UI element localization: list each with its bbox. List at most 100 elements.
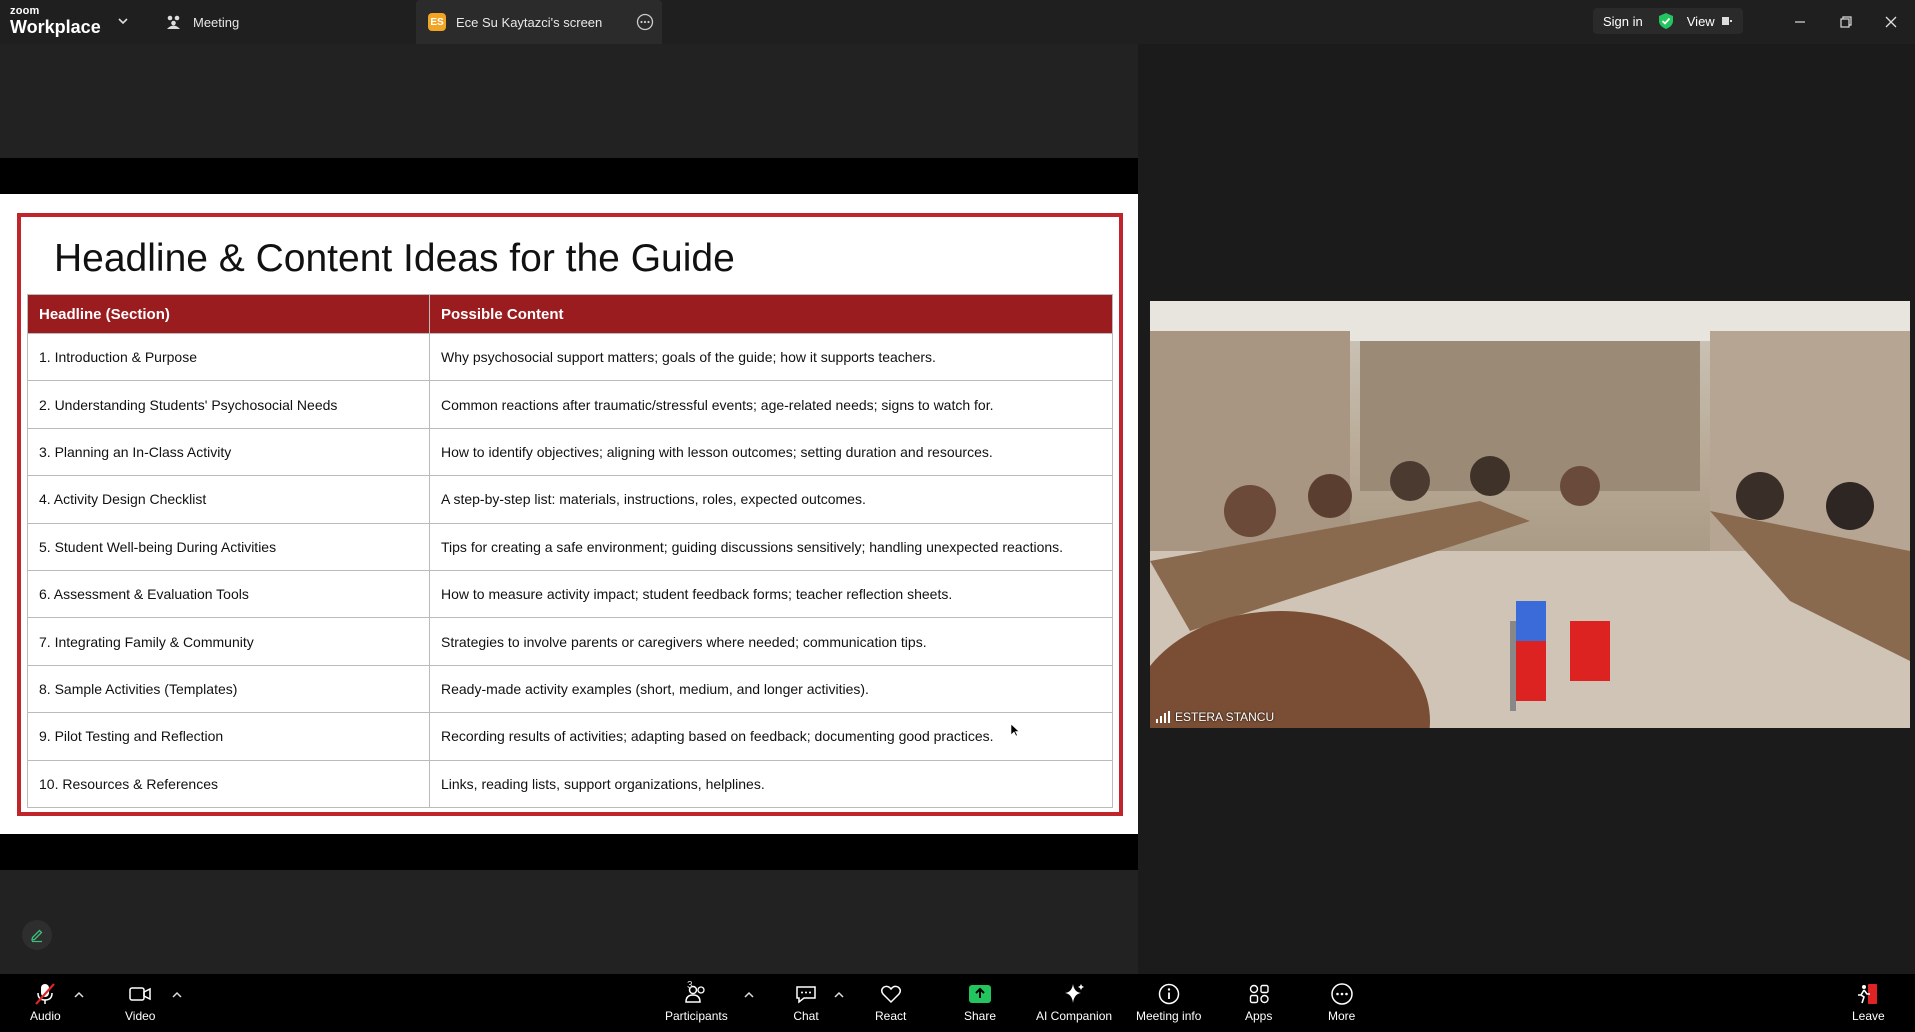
column-header: Possible Content: [429, 294, 1113, 334]
content-cell: Why psychosocial support matters; goals …: [429, 332, 1113, 382]
ai-companion-label: AI Companion: [1036, 1009, 1113, 1023]
pencil-icon: [31, 929, 43, 943]
table-header-row: Headline (Section) Possible Content: [27, 294, 1113, 334]
audio-button[interactable]: Audio: [30, 982, 61, 1023]
close-icon[interactable]: [1881, 12, 1901, 32]
sign-in-button[interactable]: Sign in: [1603, 14, 1643, 29]
meeting-info-label: Meeting info: [1136, 1009, 1202, 1023]
headline-cell: 10. Resources & References: [27, 759, 430, 808]
slide-frame: Headline & Content Ideas for the Guide H…: [17, 213, 1123, 816]
content-cell: Strategies to involve parents or caregiv…: [429, 617, 1113, 666]
headline-cell: 4. Activity Design Checklist: [27, 475, 430, 524]
table-row: 1. Introduction & Purpose Why psychosocia…: [27, 332, 1113, 382]
headline-cell: 6. Assessment & Evaluation Tools: [27, 569, 430, 619]
tab-shared-screen-label: Ece Su Kaytazci's screen: [456, 14, 603, 30]
content-cell: Links, reading lists, support organizati…: [429, 759, 1113, 808]
shield-check-icon[interactable]: [1657, 12, 1675, 30]
participants-options-chevron-up-icon[interactable]: [743, 990, 755, 1000]
headline-cell: 7. Integrating Family & Community: [27, 617, 430, 666]
view-button[interactable]: View: [1687, 14, 1733, 29]
content-cell: How to identify objectives; aligning wit…: [429, 427, 1113, 477]
annotate-button[interactable]: [22, 920, 52, 950]
apps-icon: [1249, 984, 1269, 1004]
share-screen-icon: [969, 985, 992, 1003]
headline-cell: 3. Planning an In-Class Activity: [27, 427, 430, 477]
tab-meeting[interactable]: Meeting: [165, 0, 239, 44]
chat-label: Chat: [793, 1009, 819, 1023]
headline-cell: 1. Introduction & Purpose: [27, 332, 430, 382]
table-row: 7. Integrating Family & Community Strateg…: [27, 617, 1113, 666]
share-button[interactable]: Share: [964, 982, 996, 1023]
brand-large: Workplace: [10, 17, 101, 37]
participants-label: Participants: [665, 1009, 728, 1023]
headline-cell: 8. Sample Activities (Templates): [27, 664, 430, 714]
apps-button[interactable]: Apps: [1245, 982, 1272, 1023]
column-header: Headline (Section): [27, 294, 430, 334]
brand-small: zoom: [10, 5, 40, 17]
headline-cell: 9. Pilot Testing and Reflection: [27, 712, 430, 761]
participants-count: 3: [687, 980, 693, 991]
more-label: More: [1328, 1009, 1356, 1023]
table-row: 5. Student Well-being During Activities T…: [27, 522, 1113, 571]
headline-cell: 2. Understanding Students' Psychosocial …: [27, 380, 430, 429]
tab-meeting-label: Meeting: [193, 14, 240, 30]
table-row: 3. Planning an In-Class Activity How to i…: [27, 427, 1113, 477]
more-options-icon[interactable]: [636, 13, 654, 31]
audio-options-chevron-up-icon[interactable]: [73, 990, 85, 1000]
leave-button[interactable]: Leave: [1852, 982, 1885, 1023]
leave-label: Leave: [1852, 1009, 1885, 1023]
content-cell: Tips for creating a safe environment; gu…: [429, 522, 1113, 571]
table-row: 2. Understanding Students' Psychosocial …: [27, 380, 1113, 429]
view-label: View: [1686, 13, 1715, 29]
participant-name: ESTERA STANCU: [1175, 710, 1275, 724]
chat-bubble-icon: [796, 986, 816, 1004]
view-layout-icon: [1721, 17, 1732, 25]
audio-label: Audio: [30, 1009, 61, 1023]
content-cell: Common reactions after traumatic/stressf…: [429, 380, 1113, 429]
share-label: Share: [964, 1009, 997, 1023]
chevron-down-icon[interactable]: [116, 14, 130, 28]
table-row: 8. Sample Activities (Templates) Ready-ma…: [27, 664, 1113, 714]
ai-companion-button[interactable]: AI Companion: [1036, 982, 1112, 1023]
leave-door-icon: [1858, 984, 1878, 1004]
video-camera-icon: [129, 987, 151, 1001]
chat-button[interactable]: Chat: [793, 982, 819, 1023]
table-row: 9. Pilot Testing and Reflection Recording…: [27, 712, 1113, 761]
content-cell: How to measure activity impact; student …: [429, 569, 1113, 619]
react-button[interactable]: React: [875, 982, 906, 1023]
info-icon: [1158, 983, 1179, 1005]
meeting-icon: [167, 15, 180, 29]
letterbox-bottom: [0, 834, 1138, 870]
table-row: 10. Resources & References Links, reading…: [27, 759, 1113, 808]
letterbox-top: [0, 158, 1138, 194]
signal-bars-icon: [1156, 711, 1170, 723]
classroom-video-frame: [1150, 301, 1910, 728]
react-label: React: [875, 1009, 907, 1023]
video-label: Video: [125, 1009, 156, 1023]
headline-cell: 5. Student Well-being During Activities: [27, 522, 430, 571]
guide-table: Headline (Section) Possible Content 1. I…: [27, 294, 1113, 808]
meeting-info-button[interactable]: Meeting info: [1136, 982, 1201, 1023]
participants-button[interactable]: 3 Participants: [665, 980, 728, 1023]
participant-video-tile[interactable]: ESTERA STANCU: [1150, 301, 1910, 728]
table-row: 6. Assessment & Evaluation Tools How to m…: [27, 569, 1113, 619]
meeting-toolbar: Audio Video 3 Participants Chat React Sh…: [0, 974, 1915, 1032]
slide-title: Headline & Content Ideas for the Guide: [54, 237, 735, 280]
video-options-chevron-up-icon[interactable]: [171, 990, 183, 1000]
content-cell: Ready-made activity examples (short, med…: [429, 664, 1113, 714]
table-row: 4. Activity Design Checklist A step-by-st…: [27, 475, 1113, 524]
presentation-slide: Headline & Content Ideas for the Guide H…: [0, 194, 1138, 834]
sign-in-group: Sign in View: [1593, 8, 1743, 34]
more-button[interactable]: More: [1328, 982, 1355, 1023]
restore-icon[interactable]: [1836, 12, 1856, 32]
microphone-muted-icon: [35, 983, 56, 1005]
heart-icon: [880, 985, 901, 1004]
es-avatar-badge: ES: [428, 13, 446, 31]
minimize-icon[interactable]: [1790, 12, 1810, 32]
chat-options-chevron-up-icon[interactable]: [833, 990, 845, 1000]
content-cell: A step-by-step list: materials, instruct…: [429, 475, 1113, 524]
sparkle-icon: [1065, 984, 1085, 1003]
zoom-workplace-logo: zoom Workplace: [10, 5, 101, 37]
video-button[interactable]: Video: [125, 982, 155, 1023]
tab-shared-screen[interactable]: ES Ece Su Kaytazci's screen: [416, 0, 662, 44]
